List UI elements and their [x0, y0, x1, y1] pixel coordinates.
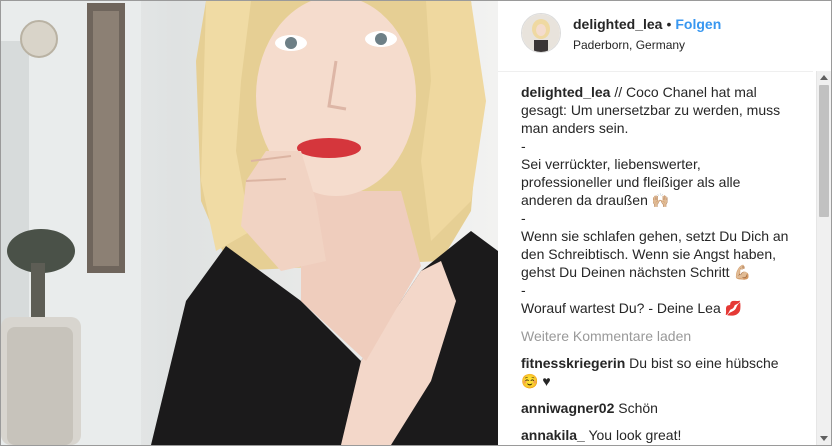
avatar[interactable]	[521, 13, 561, 53]
comment-username[interactable]: anniwagner02	[521, 400, 614, 416]
comment-text: You look great!	[588, 427, 682, 443]
scroll-down-arrow-icon[interactable]	[820, 436, 828, 441]
post-photo[interactable]	[1, 1, 498, 445]
comments-section: delighted_lea // Coco Chanel hat mal ges…	[521, 83, 791, 444]
caption-line: -	[521, 282, 526, 298]
caption-line: Sei verrückter, liebenswerter, professio…	[521, 156, 741, 208]
post-frame: delighted_lea • Folgen Paderborn, Germany …	[0, 0, 832, 446]
scrollbar-thumb[interactable]	[819, 85, 829, 217]
post-location[interactable]: Paderborn, Germany	[573, 38, 685, 52]
comment-text: Schön	[618, 400, 658, 416]
caption-first-line: delighted_lea // Coco Chanel hat mal ges…	[521, 83, 791, 137]
header-user-line: delighted_lea • Folgen	[573, 16, 721, 32]
post-photo-image	[1, 1, 498, 445]
comments-scrollbar[interactable]	[816, 71, 831, 445]
caption-line: Wenn sie schlafen gehen, setzt Du Dich a…	[521, 228, 789, 280]
post-caption: delighted_lea // Coco Chanel hat mal ges…	[521, 83, 791, 317]
comment-username[interactable]: fitnesskriegerin	[521, 355, 625, 371]
post-header: delighted_lea • Folgen Paderborn, Germany	[498, 1, 813, 72]
scroll-up-arrow-icon[interactable]	[820, 75, 828, 80]
caption-username[interactable]: delighted_lea	[521, 84, 610, 100]
post-side-panel: delighted_lea • Folgen Paderborn, Germany …	[498, 1, 831, 445]
comment-item: annakila_ You look great!	[521, 426, 791, 444]
comment-item: fitnesskriegerin Du bist so eine hübsche…	[521, 354, 791, 390]
follow-button[interactable]: Folgen	[675, 16, 721, 32]
comment-item: anniwagner02 Schön	[521, 399, 791, 417]
comment-username[interactable]: annakila_	[521, 427, 585, 443]
avatar-image	[522, 14, 560, 52]
header-username[interactable]: delighted_lea	[573, 16, 662, 32]
caption-line: -	[521, 138, 526, 154]
caption-line: Worauf wartest Du? - Deine Lea 💋	[521, 300, 743, 316]
header-separator: •	[666, 16, 672, 32]
caption-line: -	[521, 210, 526, 226]
load-more-comments-button[interactable]: Weitere Kommentare laden	[521, 327, 791, 345]
